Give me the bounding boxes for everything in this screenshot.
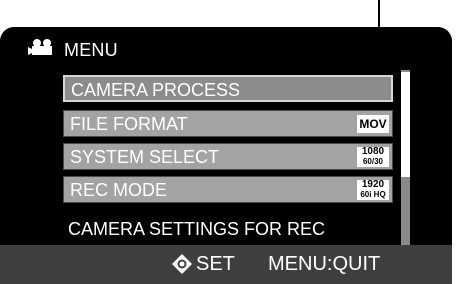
badge-quality: 60i HQ: [360, 190, 386, 199]
set-label: SET: [196, 253, 235, 275]
joystick-icon: [172, 254, 192, 279]
menu-title: MENU: [64, 40, 118, 60]
badge-resolution: 1080: [361, 146, 385, 157]
menu-item-file-format[interactable]: FILE FORMAT MOV: [63, 110, 393, 137]
menu-item-rec-mode[interactable]: REC MODE 1920 60i HQ: [63, 176, 393, 203]
bottom-bar: SET MENU:QUIT: [0, 245, 452, 284]
badge-frame-rate: 60/30: [362, 157, 384, 166]
menu-item-label: CAMERA PROCESS: [71, 80, 241, 100]
menu-item-label: REC MODE: [70, 180, 168, 200]
video-camera-icon: [28, 39, 58, 60]
menu-item-label: FILE FORMAT: [70, 114, 188, 134]
file-format-badge: MOV: [357, 115, 389, 133]
scrollbar[interactable]: [401, 70, 410, 255]
menu-item-label: SYSTEM SELECT: [70, 147, 220, 167]
quit-label: MENU:QUIT: [268, 253, 381, 275]
scrollbar-thumb[interactable]: [401, 72, 410, 177]
menu-item-camera-process[interactable]: CAMERA PROCESS: [63, 75, 393, 102]
rec-mode-badge: 1920 60i HQ: [357, 180, 389, 200]
menu-item-system-select[interactable]: SYSTEM SELECT 1080 60/30: [63, 143, 393, 170]
system-select-badge: 1080 60/30: [357, 147, 389, 167]
menu-description: CAMERA SETTINGS FOR REC: [68, 219, 326, 239]
camera-menu-screen: MENU CAMERA PROCESS FILE FORMAT MOV SYST…: [0, 27, 452, 284]
badge-resolution: 1920: [361, 179, 385, 190]
